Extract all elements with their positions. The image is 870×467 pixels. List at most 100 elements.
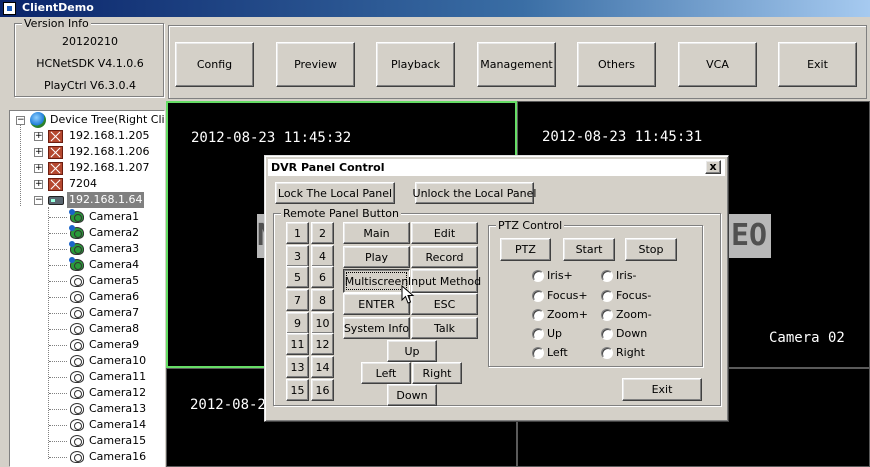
- ptz-option-iris-minus[interactable]: Iris-: [601, 269, 661, 283]
- radio-button[interactable]: [601, 347, 613, 359]
- number-button-7[interactable]: 7: [286, 289, 309, 311]
- ptz-option-focus-minus[interactable]: Focus-: [601, 289, 661, 303]
- start-button[interactable]: Start: [563, 238, 615, 261]
- ptz-option-right[interactable]: Right: [601, 346, 661, 360]
- esc-button[interactable]: ESC: [411, 293, 478, 315]
- number-button-11[interactable]: 11: [286, 333, 309, 355]
- tree-camera-node[interactable]: Camera1: [10, 209, 164, 225]
- tree-camera-node[interactable]: Camera5: [10, 273, 164, 289]
- multiscreen-button[interactable]: Multiscreen: [343, 269, 410, 293]
- number-button-5[interactable]: 5: [286, 266, 309, 288]
- close-icon[interactable]: x: [705, 160, 721, 174]
- management-button[interactable]: Management: [477, 42, 556, 87]
- input-method-button[interactable]: Input Method: [408, 269, 481, 293]
- radio-label: Focus+: [547, 289, 588, 302]
- expand-icon[interactable]: +: [34, 132, 43, 141]
- tree-camera-node[interactable]: Camera3: [10, 241, 164, 257]
- vca-button[interactable]: VCA: [678, 42, 757, 87]
- tree-camera-node[interactable]: Camera6: [10, 289, 164, 305]
- unlock-local-panel-button[interactable]: Unlock the Local Panel: [413, 182, 536, 204]
- radio-label: Iris-: [616, 269, 637, 282]
- tree-device-node[interactable]: +192.168.1.206: [10, 144, 164, 160]
- number-button-6[interactable]: 6: [311, 266, 334, 288]
- number-button-14[interactable]: 14: [311, 356, 334, 378]
- tree-camera-node[interactable]: Camera10: [10, 353, 164, 369]
- edit-button[interactable]: Edit: [411, 222, 478, 244]
- ptz-option-zoom-minus[interactable]: Zoom-: [601, 308, 661, 322]
- talk-button[interactable]: Talk: [411, 317, 478, 339]
- tree-camera-node[interactable]: Camera14: [10, 417, 164, 433]
- device-tree[interactable]: − Device Tree(Right Click +192.168.1.205…: [9, 110, 165, 467]
- ptz-option-focus-minusplus[interactable]: Focus+: [532, 289, 592, 303]
- up-button[interactable]: Up: [387, 340, 437, 362]
- number-button-15[interactable]: 15: [286, 379, 309, 401]
- main-button[interactable]: Main: [343, 222, 410, 244]
- left-button[interactable]: Left: [361, 362, 411, 384]
- tree-camera-node[interactable]: Camera4: [10, 257, 164, 273]
- stop-button[interactable]: Stop: [625, 238, 677, 261]
- number-button-2[interactable]: 2: [311, 222, 334, 244]
- radio-button[interactable]: [532, 309, 544, 321]
- record-button[interactable]: Record: [411, 246, 478, 268]
- number-button-4[interactable]: 4: [311, 245, 334, 267]
- radio-button[interactable]: [601, 328, 613, 340]
- ptz-option-zoom-minusplus[interactable]: Zoom+: [532, 308, 592, 322]
- dialog-exit-button[interactable]: Exit: [622, 378, 702, 401]
- number-button-12[interactable]: 12: [311, 333, 334, 355]
- number-button-13[interactable]: 13: [286, 356, 309, 378]
- radio-button[interactable]: [532, 290, 544, 302]
- tree-camera-node[interactable]: Camera9: [10, 337, 164, 353]
- number-button-3[interactable]: 3: [286, 245, 309, 267]
- exit-button[interactable]: Exit: [778, 42, 857, 87]
- tree-device-node[interactable]: +7204: [10, 176, 164, 192]
- tree-device-node[interactable]: +192.168.1.207: [10, 160, 164, 176]
- radio-button[interactable]: [532, 270, 544, 282]
- tree-device-node[interactable]: − 192.168.1.64: [10, 192, 164, 208]
- tree-camera-node[interactable]: Camera8: [10, 321, 164, 337]
- playback-button[interactable]: Playback: [376, 42, 455, 87]
- radio-button[interactable]: [601, 270, 613, 282]
- right-button[interactable]: Right: [412, 362, 462, 384]
- tree-camera-node[interactable]: Camera15: [10, 433, 164, 449]
- ptz-button[interactable]: PTZ: [500, 238, 551, 261]
- radio-label: Left: [547, 346, 568, 359]
- ptz-option-up[interactable]: Up: [532, 327, 592, 341]
- expand-icon[interactable]: +: [34, 164, 43, 173]
- tree-root-label: Device Tree(Right Click: [50, 113, 165, 126]
- expand-icon[interactable]: +: [34, 148, 43, 157]
- number-button-8[interactable]: 8: [311, 289, 334, 311]
- ptz-option-iris-minusplus[interactable]: Iris+: [532, 269, 592, 283]
- tree-camera-node[interactable]: Camera2: [10, 225, 164, 241]
- tree-camera-node[interactable]: Camera7: [10, 305, 164, 321]
- radio-button[interactable]: [532, 347, 544, 359]
- tree-guide-line: [49, 265, 67, 266]
- enter-button[interactable]: ENTER: [343, 293, 410, 315]
- config-button[interactable]: Config: [175, 42, 254, 87]
- number-button-10[interactable]: 10: [311, 312, 334, 334]
- tree-device-node[interactable]: +192.168.1.205: [10, 128, 164, 144]
- play-button[interactable]: Play: [343, 246, 410, 268]
- tree-camera-node[interactable]: Camera16: [10, 449, 164, 465]
- others-button[interactable]: Others: [577, 42, 656, 87]
- tree-camera-label: Camera2: [89, 226, 140, 239]
- lock-local-panel-button[interactable]: Lock The Local Panel: [275, 182, 395, 204]
- tree-root[interactable]: − Device Tree(Right Click: [10, 112, 165, 128]
- radio-button[interactable]: [601, 290, 613, 302]
- tree-camera-node[interactable]: Camera11: [10, 369, 164, 385]
- radio-button[interactable]: [532, 328, 544, 340]
- number-button-9[interactable]: 9: [286, 312, 309, 334]
- ptz-option-down[interactable]: Down: [601, 327, 661, 341]
- down-button[interactable]: Down: [387, 384, 437, 406]
- ptz-option-left[interactable]: Left: [532, 346, 592, 360]
- preview-button[interactable]: Preview: [276, 42, 355, 87]
- expand-icon[interactable]: +: [34, 180, 43, 189]
- number-button-16[interactable]: 16: [311, 379, 334, 401]
- tree-camera-node[interactable]: Camera12: [10, 385, 164, 401]
- tree-camera-node[interactable]: Camera13: [10, 401, 164, 417]
- system-info-button[interactable]: System Info: [343, 317, 410, 339]
- collapse-icon[interactable]: −: [16, 116, 25, 125]
- number-button-1[interactable]: 1: [286, 222, 309, 244]
- collapse-icon[interactable]: −: [34, 196, 43, 205]
- radio-button[interactable]: [601, 309, 613, 321]
- tree-camera-label: Camera1: [89, 210, 140, 223]
